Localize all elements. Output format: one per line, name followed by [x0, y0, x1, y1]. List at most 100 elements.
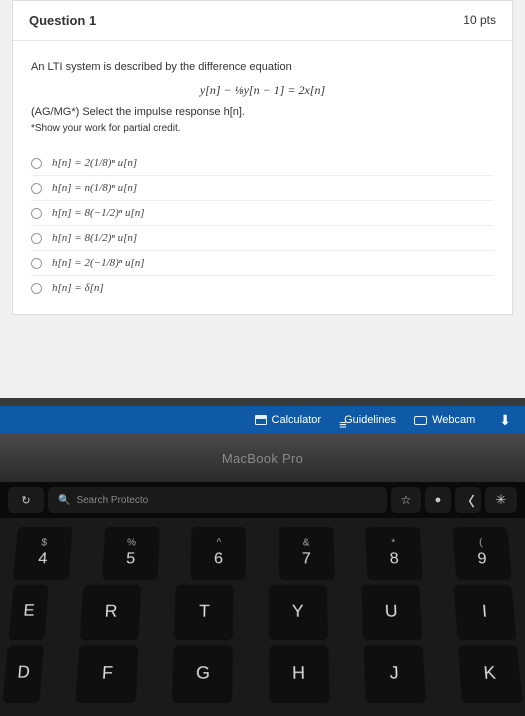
guidelines-button[interactable]: Guidelines	[339, 414, 396, 426]
calculator-label: Calculator	[272, 414, 322, 426]
brightness-icon: ✳	[496, 492, 507, 508]
qwerty-row: E R T Y U I	[0, 582, 525, 642]
webcam-label: Webcam	[432, 414, 475, 426]
key-g[interactable]: G	[172, 645, 233, 702]
key-u[interactable]: U	[361, 585, 422, 639]
key-main: 7	[302, 550, 311, 568]
key-main: 8	[389, 550, 399, 568]
key-8[interactable]: *8	[366, 527, 423, 579]
key-r[interactable]: R	[80, 585, 141, 639]
calculator-icon	[255, 415, 267, 425]
option-label: h[n] = 2(−1/8)ⁿ u[n]	[52, 257, 145, 269]
key-d[interactable]: D	[3, 645, 44, 702]
key-main: D	[17, 663, 31, 683]
key-i[interactable]: I	[454, 585, 516, 639]
options-list: h[n] = 2(1/8)ⁿ u[n] h[n] = n(1/8)ⁿ u[n] …	[13, 147, 512, 314]
option-label: h[n] = 8(−1/2)ⁿ u[n]	[52, 207, 145, 219]
option-label: h[n] = δ[n]	[52, 282, 104, 294]
webcam-button[interactable]: Webcam	[414, 414, 475, 426]
question-header: Question 1 10 pts	[13, 1, 512, 41]
search-placeholder: Search Protecto	[76, 495, 148, 506]
radio-icon[interactable]	[31, 233, 42, 244]
key-main: T	[199, 601, 210, 622]
key-main: E	[23, 602, 36, 621]
key-symbol: &	[303, 537, 310, 548]
key-symbol: (	[479, 537, 483, 548]
radio-icon[interactable]	[31, 158, 42, 169]
prompt-credit: *Show your work for partial credit.	[31, 121, 494, 137]
dot-icon: ●	[435, 494, 442, 506]
key-main: K	[483, 662, 497, 684]
option-row[interactable]: h[n] = δ[n]	[31, 276, 494, 300]
bezel-label: MacBook Pro	[222, 451, 303, 466]
key-main: Y	[292, 601, 304, 622]
prompt-intro: An LTI system is described by the differ…	[31, 59, 494, 77]
quiz-panel: Question 1 10 pts An LTI system is descr…	[0, 0, 525, 398]
key-main: 5	[126, 550, 136, 568]
guidelines-label: Guidelines	[344, 414, 396, 426]
key-main: 6	[214, 550, 223, 568]
option-label: h[n] = n(1/8)ⁿ u[n]	[52, 182, 137, 194]
question-body: An LTI system is described by the differ…	[13, 41, 512, 147]
record-button[interactable]: ●	[425, 487, 451, 513]
number-row: $4 %5 ^6 &7 *8 (9	[0, 524, 525, 582]
key-5[interactable]: %5	[102, 527, 159, 579]
key-main: I	[481, 601, 488, 622]
search-field[interactable]: 🔍 Search Protecto	[48, 487, 387, 513]
key-7[interactable]: &7	[279, 527, 335, 579]
calculator-button[interactable]: Calculator	[255, 414, 322, 426]
exam-toolbar: Calculator Guidelines Webcam ⬇	[0, 406, 525, 434]
refresh-icon: ↻	[21, 494, 30, 507]
key-f[interactable]: F	[76, 645, 139, 702]
option-row[interactable]: h[n] = n(1/8)ⁿ u[n]	[31, 176, 494, 201]
key-main: J	[389, 662, 399, 684]
option-label: h[n] = 2(1/8)ⁿ u[n]	[52, 157, 137, 169]
radio-icon[interactable]	[31, 208, 42, 219]
key-symbol: $	[41, 537, 48, 548]
question-card: Question 1 10 pts An LTI system is descr…	[12, 0, 513, 315]
laptop-bezel: MacBook Pro	[0, 434, 525, 482]
keyboard: $4 %5 ^6 &7 *8 (9 E R T Y U I D F G H J …	[0, 518, 525, 716]
search-icon: 🔍	[58, 495, 70, 506]
key-j[interactable]: J	[363, 645, 425, 702]
key-4[interactable]: $4	[14, 527, 73, 579]
option-label: h[n] = 8(1/2)ⁿ u[n]	[52, 232, 137, 244]
key-symbol: %	[127, 537, 137, 548]
favorite-button[interactable]: ☆	[391, 487, 421, 513]
key-t[interactable]: T	[174, 585, 233, 639]
key-main: 4	[38, 550, 49, 568]
option-row[interactable]: h[n] = 2(1/8)ⁿ u[n]	[31, 151, 494, 176]
webcam-icon	[414, 416, 427, 425]
key-main: G	[196, 662, 210, 684]
key-k[interactable]: K	[458, 645, 522, 702]
key-e[interactable]: E	[9, 585, 49, 639]
touch-bar: ↻ 🔍 Search Protecto ☆ ● 〈 ✳	[0, 482, 525, 518]
star-icon: ☆	[401, 493, 412, 507]
radio-icon[interactable]	[31, 283, 42, 294]
key-main: U	[384, 601, 398, 622]
key-main: 9	[477, 550, 488, 568]
chevron-left-icon: 〈	[461, 491, 474, 510]
key-main: H	[292, 662, 305, 684]
option-row[interactable]: h[n] = 8(−1/2)ⁿ u[n]	[31, 201, 494, 226]
key-y[interactable]: Y	[269, 585, 328, 639]
brightness-button[interactable]: ✳	[485, 487, 517, 513]
key-main: R	[104, 601, 118, 622]
key-6[interactable]: ^6	[191, 527, 247, 579]
key-9[interactable]: (9	[452, 527, 511, 579]
prompt-select: (AG/MG*) Select the impulse response h[n…	[31, 104, 494, 122]
option-row[interactable]: h[n] = 2(−1/8)ⁿ u[n]	[31, 251, 494, 276]
key-symbol: ^	[216, 537, 221, 548]
download-icon[interactable]: ⬇	[499, 412, 511, 429]
key-main: F	[101, 662, 113, 684]
key-symbol: *	[391, 537, 395, 548]
radio-icon[interactable]	[31, 258, 42, 269]
radio-icon[interactable]	[31, 183, 42, 194]
option-row[interactable]: h[n] = 8(1/2)ⁿ u[n]	[31, 226, 494, 251]
refresh-button[interactable]: ↻	[8, 487, 44, 513]
key-h[interactable]: H	[269, 645, 329, 702]
asdf-row: D F G H J K	[0, 642, 525, 705]
back-button[interactable]: 〈	[455, 487, 481, 513]
difference-equation: y[n] − ⅛y[n − 1] = 2x[n]	[31, 77, 494, 104]
question-title: Question 1	[29, 13, 96, 28]
